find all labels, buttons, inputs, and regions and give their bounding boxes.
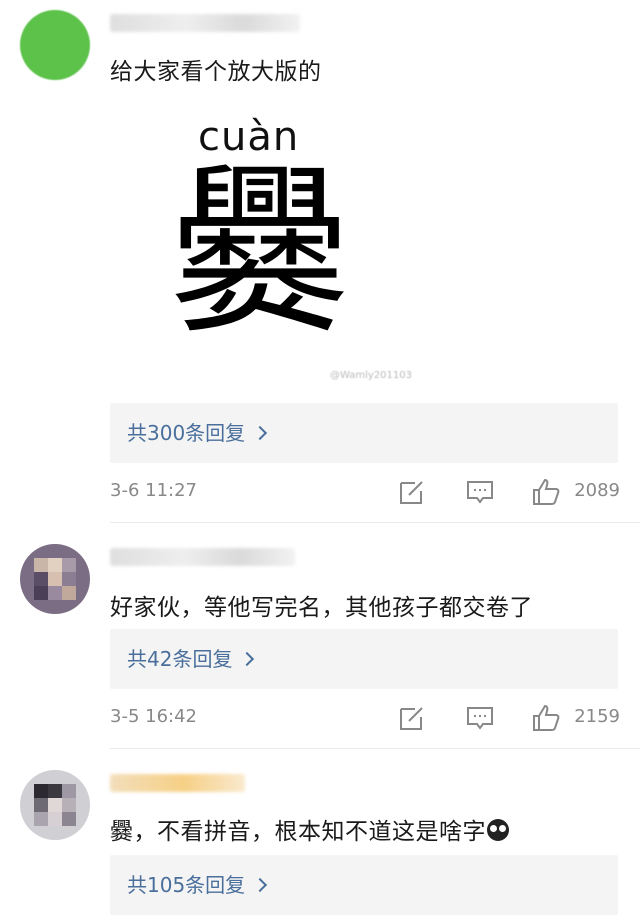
avatar[interactable] <box>20 770 90 840</box>
comment-text: 给大家看个放大版的 <box>110 59 322 85</box>
like-count: 2089 <box>574 480 620 501</box>
reply-count-label: 共300条回复 <box>127 417 268 446</box>
comment-text: 爨，不看拼音，根本知不道这是啥字 <box>110 812 509 846</box>
enlarged-character: 爨 <box>169 150 350 359</box>
reply-count-link[interactable]: 共105条回复 <box>110 855 618 915</box>
comment-icon[interactable] <box>466 478 494 506</box>
comment-divider <box>110 748 640 749</box>
chevron-right-icon <box>253 425 268 441</box>
comment-time: 3-5 16:42 <box>110 706 197 727</box>
reply-count-link[interactable]: 共42条回复 <box>110 629 618 689</box>
image-watermark: @Wamly201103 <box>330 370 412 381</box>
chevron-right-icon <box>240 651 255 667</box>
chevron-right-icon <box>253 877 268 893</box>
edit-icon[interactable] <box>398 704 426 732</box>
like-count: 2159 <box>574 706 620 727</box>
username-blurred[interactable] <box>110 548 295 566</box>
comment-meta: 3-5 16:42 2159 <box>110 704 620 734</box>
avatar[interactable] <box>20 544 90 614</box>
comment-time: 3-6 11:27 <box>110 480 197 501</box>
username-blurred[interactable] <box>110 774 245 792</box>
comment-divider <box>110 522 640 523</box>
crying-face-icon <box>487 819 509 841</box>
username-blurred[interactable] <box>110 14 300 32</box>
comment-icon[interactable] <box>466 704 494 732</box>
comment-image[interactable]: cuàn 爨 @Wamly201103 <box>160 110 412 390</box>
reply-count-link[interactable]: 共300条回复 <box>110 403 618 463</box>
comment-meta: 3-6 11:27 2089 <box>110 478 620 508</box>
avatar[interactable] <box>20 10 90 80</box>
edit-icon[interactable] <box>398 478 426 506</box>
thumbs-up-icon[interactable] <box>532 704 560 732</box>
reply-count-label: 共105条回复 <box>127 869 268 898</box>
thumbs-up-icon[interactable] <box>532 478 560 506</box>
reply-count-label: 共42条回复 <box>127 643 255 672</box>
comment-text: 好家伙，等他写完名，其他孩子都交卷了 <box>110 595 533 621</box>
